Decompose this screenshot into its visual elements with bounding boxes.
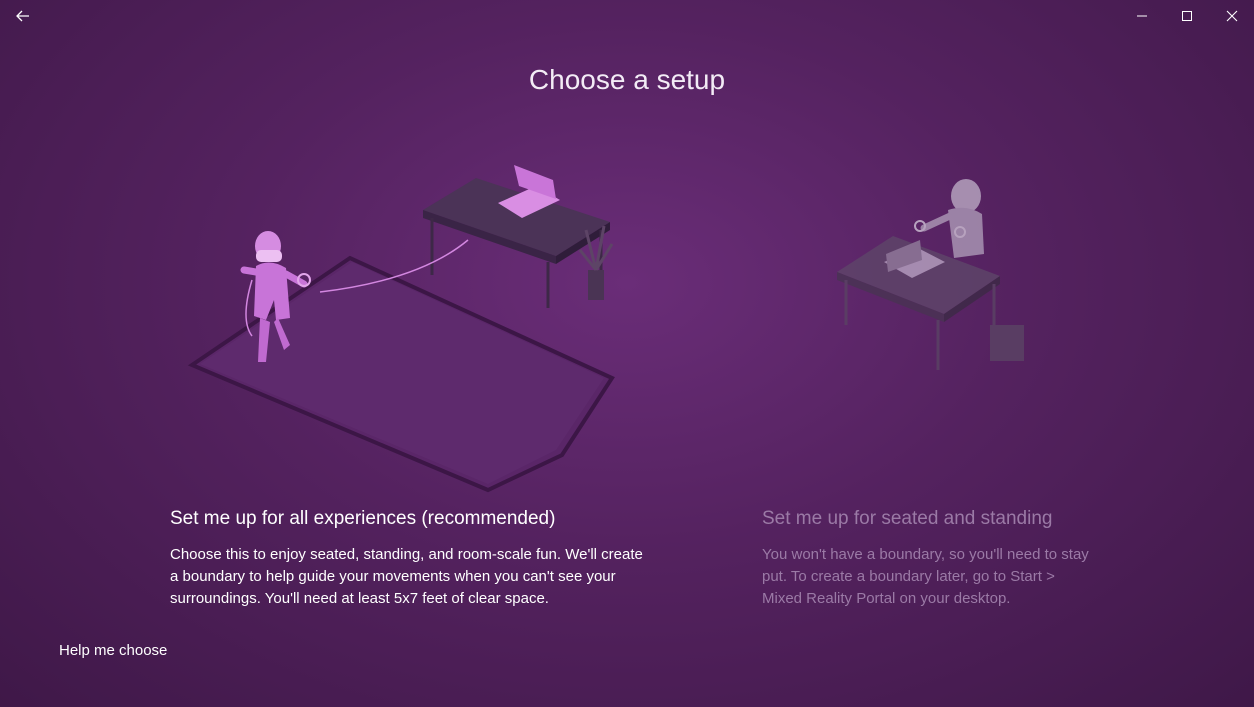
option-seated-standing[interactable]: Set me up for seated and standing You wo… xyxy=(762,508,1092,610)
option-heading: Set me up for seated and standing xyxy=(762,508,1053,529)
help-me-choose-link[interactable]: Help me choose xyxy=(59,642,167,659)
option-all-experiences[interactable]: Set me up for all experiences (recommend… xyxy=(170,508,650,610)
room-scale-illustration[interactable] xyxy=(187,165,615,493)
option-description: You won't have a boundary, so you'll nee… xyxy=(762,546,1089,607)
option-description: Choose this to enjoy seated, standing, a… xyxy=(170,546,643,607)
option-heading: Set me up for all experiences (recommend… xyxy=(170,508,556,529)
seated-illustration[interactable] xyxy=(837,179,1024,370)
